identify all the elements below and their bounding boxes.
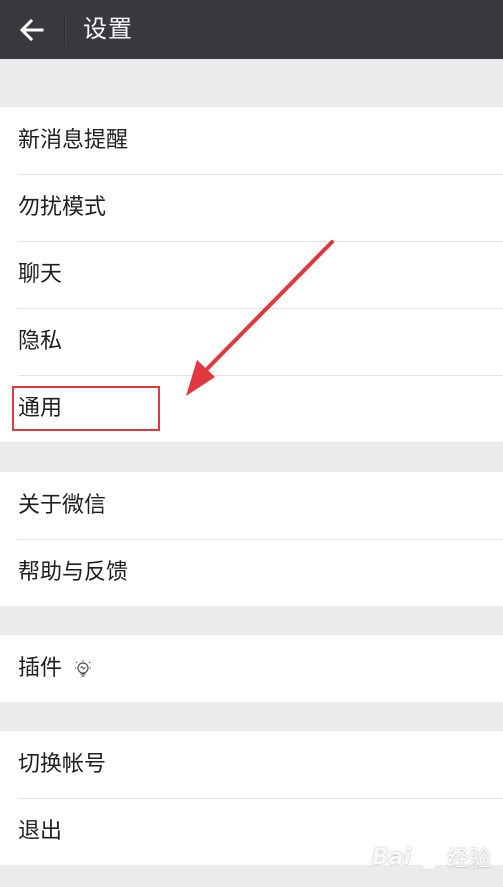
- settings-item-label: 勿扰模式: [18, 194, 107, 220]
- settings-screen: 设置 新消息提醒 勿扰模式 聊天 隐私 通用 关于微信 帮助与反馈 插件 切换帐…: [0, 0, 503, 887]
- paw-icon: [416, 845, 441, 869]
- settings-item-label: 插件: [18, 655, 63, 681]
- settings-item-new-message-alert[interactable]: 新消息提醒: [0, 107, 503, 174]
- settings-item-general[interactable]: 通用: [0, 375, 503, 442]
- watermark-text-right: 经验: [446, 847, 491, 872]
- settings-item-help-feedback[interactable]: 帮助与反馈: [0, 539, 503, 606]
- settings-item-chat[interactable]: 聊天: [0, 241, 503, 308]
- settings-item-label: 通用: [18, 395, 63, 421]
- header-divider: [64, 13, 65, 46]
- settings-item-about-wechat[interactable]: 关于微信: [0, 472, 503, 539]
- title-bar: 设置: [0, 0, 503, 59]
- back-button[interactable]: [0, 0, 64, 59]
- settings-item-label: 切换帐号: [18, 751, 107, 777]
- settings-item-label: 新消息提醒: [18, 127, 129, 153]
- settings-group-about: 关于微信 帮助与反馈: [0, 472, 503, 606]
- settings-item-label: 聊天: [18, 261, 63, 287]
- settings-item-label: 隐私: [18, 328, 63, 354]
- settings-item-label: 关于微信: [18, 492, 107, 518]
- arrow-left-icon: [19, 18, 44, 41]
- settings-item-privacy[interactable]: 隐私: [0, 308, 503, 375]
- page-title: 设置: [83, 15, 133, 43]
- settings-item-plugins[interactable]: 插件: [0, 635, 503, 702]
- lightbulb-icon: [74, 659, 92, 679]
- watermark-text-left: Bai: [371, 844, 411, 870]
- settings-item-switch-account[interactable]: 切换帐号: [0, 731, 503, 798]
- settings-group-main: 新消息提醒 勿扰模式 聊天 隐私 通用: [0, 107, 503, 442]
- baidu-watermark: Bai 经验: [372, 841, 491, 873]
- settings-item-label: 退出: [18, 818, 63, 844]
- settings-item-do-not-disturb[interactable]: 勿扰模式: [0, 174, 503, 241]
- settings-group-plugins: 插件: [0, 635, 503, 702]
- settings-item-label: 帮助与反馈: [18, 559, 129, 585]
